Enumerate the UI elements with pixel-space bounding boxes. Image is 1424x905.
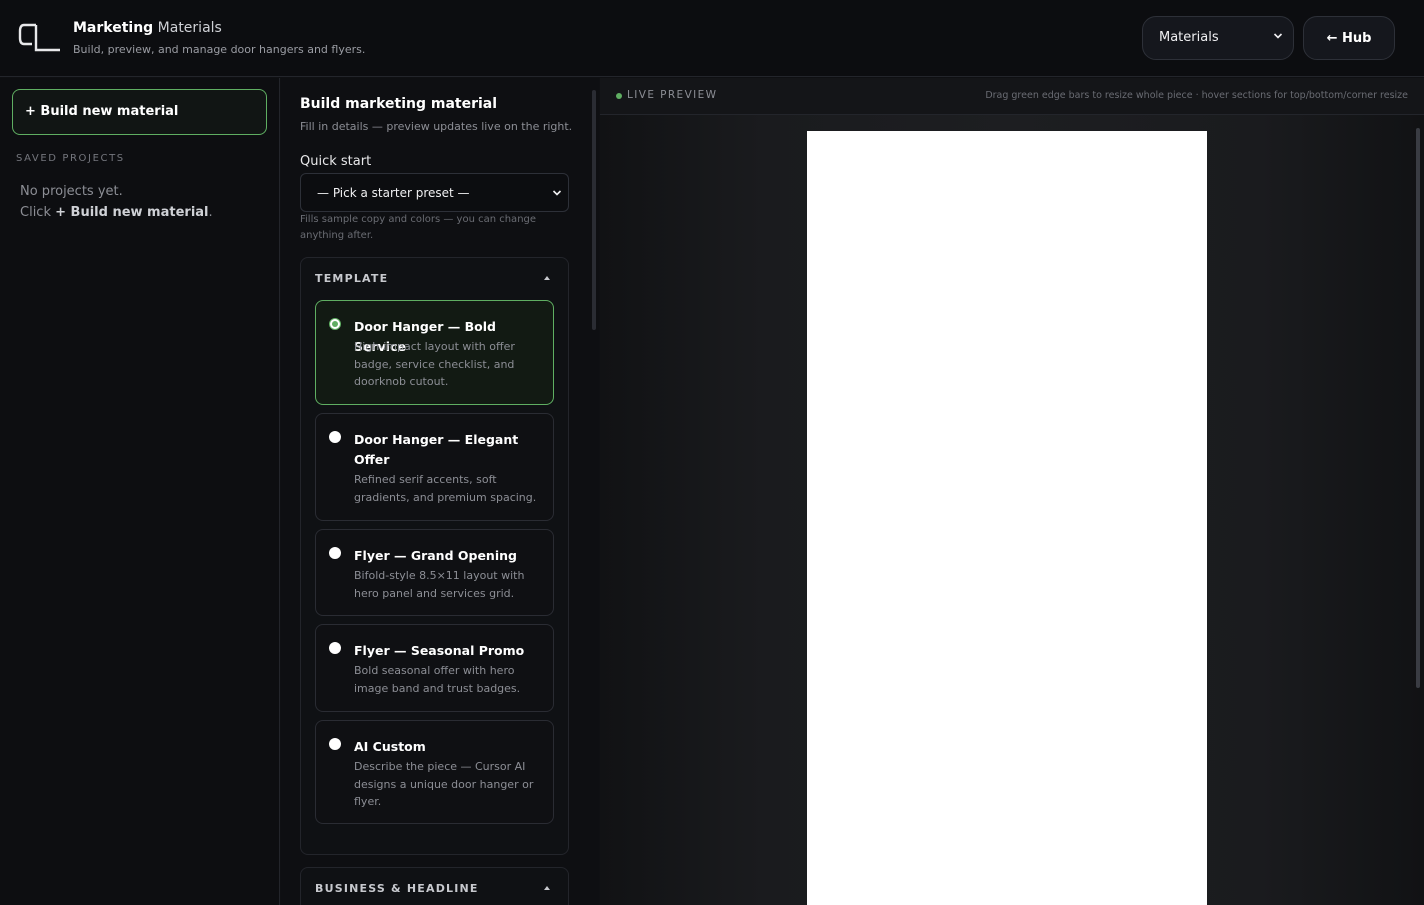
- form-subtitle: Fill in details — preview updates live o…: [300, 120, 573, 133]
- form-title: Build marketing material: [300, 96, 498, 112]
- live-preview-label: LIVE PREVIEW: [627, 89, 718, 101]
- empty-state-text: No projects yet.: [20, 184, 123, 199]
- sidebar: + Build new material SAVED PROJECTS No p…: [0, 78, 280, 905]
- app-subtitle: Build, preview, and manage door hangers …: [73, 43, 366, 56]
- template-option-desc: High-impact layout with offer badge, ser…: [354, 340, 515, 388]
- business-headline-section: BUSINESS & HEADLINE: [300, 867, 569, 905]
- template-option-flyer-grand-opening[interactable]: Flyer — Grand Opening Bifold-style 8.5×1…: [315, 529, 554, 616]
- view-select[interactable]: Materials: [1142, 16, 1294, 60]
- template-option-door-hanger-elegant[interactable]: Door Hanger — Elegant Offer Refined seri…: [315, 413, 554, 521]
- cl-logo-icon: [18, 23, 60, 52]
- resize-hint: Drag green edge bars to resize whole pie…: [985, 90, 1408, 101]
- preview-toolbar: LIVE PREVIEW Drag green edge bars to res…: [600, 78, 1424, 115]
- collapse-caret-icon[interactable]: [544, 886, 550, 890]
- radio-button[interactable]: [329, 547, 341, 559]
- live-status-dot: [616, 93, 622, 99]
- quick-start-value: — Pick a starter preset —: [317, 186, 470, 200]
- preview-canvas[interactable]: [807, 131, 1207, 905]
- template-option-flyer-seasonal-promo[interactable]: Flyer — Seasonal Promo Bold seasonal off…: [315, 624, 554, 712]
- saved-projects-heading: SAVED PROJECTS: [16, 153, 125, 164]
- template-option-desc: Bifold-style 8.5×11 layout with hero pan…: [354, 569, 525, 600]
- template-option-desc: Refined serif accents, soft gradients, a…: [354, 473, 537, 504]
- radio-button[interactable]: [329, 642, 341, 654]
- live-preview-pane: LIVE PREVIEW Drag green edge bars to res…: [600, 78, 1424, 905]
- quick-start-select[interactable]: — Pick a starter preset —: [300, 173, 569, 212]
- form-scrollbar-thumb[interactable]: [592, 90, 596, 330]
- hub-button[interactable]: ← Hub: [1303, 16, 1395, 60]
- template-option-door-hanger-bold[interactable]: Door Hanger — Bold Service High-impact l…: [315, 300, 554, 405]
- empty-state-hint: Click + Build new material.: [20, 205, 213, 220]
- business-section-heading[interactable]: BUSINESS & HEADLINE: [315, 882, 479, 895]
- collapse-caret-icon[interactable]: [544, 276, 550, 280]
- template-option-title: Door Hanger — Elegant Offer: [354, 432, 519, 467]
- template-section-heading[interactable]: TEMPLATE: [315, 272, 388, 285]
- radio-button[interactable]: [329, 738, 341, 750]
- chevron-down-icon: [1273, 33, 1283, 39]
- preview-scrollbar-thumb[interactable]: [1416, 128, 1420, 688]
- build-new-material-button[interactable]: + Build new material: [12, 89, 267, 135]
- view-select-value: Materials: [1159, 30, 1219, 45]
- quick-start-label: Quick start: [300, 154, 372, 169]
- template-option-desc: Describe the piece — Cursor AI designs a…: [354, 760, 534, 808]
- top-bar: Marketing Materials Build, preview, and …: [0, 0, 1424, 77]
- template-section: TEMPLATE Door Hanger — Bold Service High…: [300, 257, 569, 855]
- template-option-title: Flyer — Grand Opening: [354, 548, 517, 563]
- radio-button[interactable]: [329, 431, 341, 443]
- app-title: Marketing Materials: [73, 20, 222, 36]
- chevron-down-icon: [552, 190, 562, 196]
- quick-start-hint: Fills sample copy and colors — you can c…: [300, 214, 537, 241]
- build-form: Build marketing material Fill in details…: [281, 78, 599, 905]
- template-option-title: Flyer — Seasonal Promo: [354, 643, 525, 658]
- template-option-title: AI Custom: [354, 739, 426, 754]
- template-option-desc: Bold seasonal offer with hero image band…: [354, 664, 521, 695]
- radio-button[interactable]: [329, 318, 341, 330]
- template-option-ai-custom[interactable]: AI Custom Describe the piece — Cursor AI…: [315, 720, 554, 824]
